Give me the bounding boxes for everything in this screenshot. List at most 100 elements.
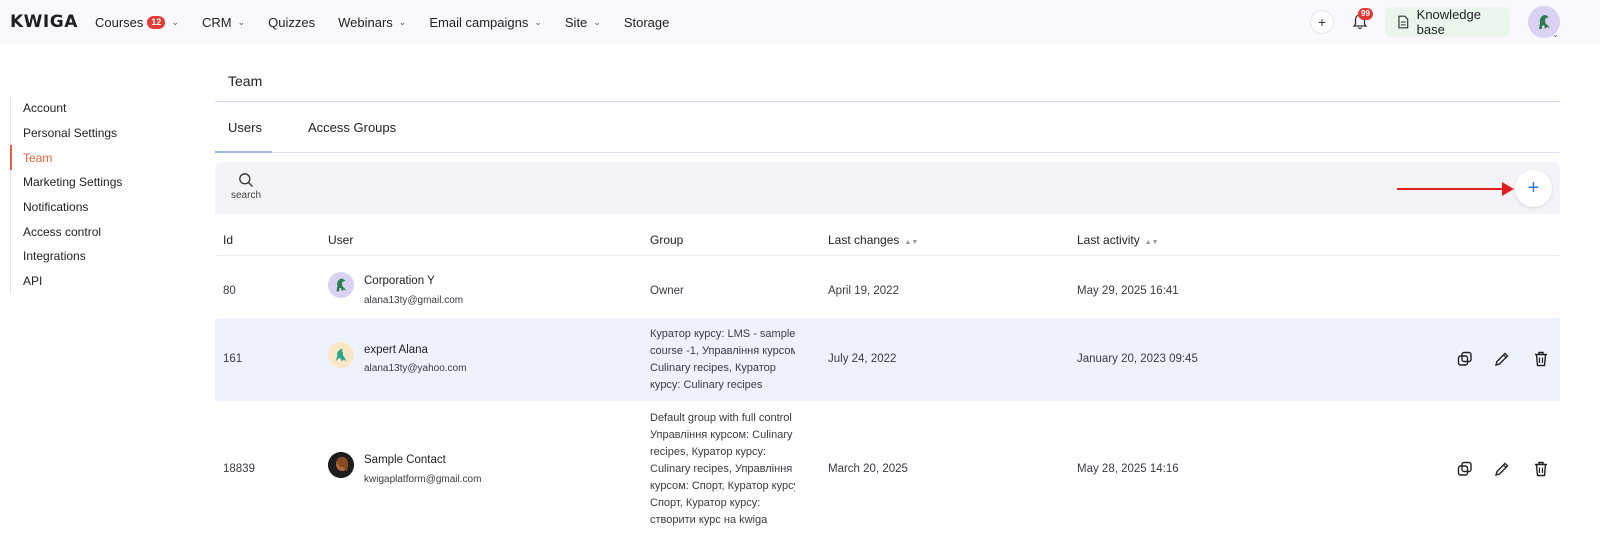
- last-activity: May 29, 2025 16:41: [1077, 285, 1179, 297]
- last-changes: March 20, 2025: [828, 463, 908, 475]
- nav-email-campaigns[interactable]: Email campaigns ⌄: [429, 15, 542, 30]
- user-email: alana13ty@gmail.com: [364, 295, 464, 306]
- group-line: Управління курсом: Culinary: [650, 429, 793, 441]
- chevron-down-icon: ⌄: [534, 16, 542, 27]
- plus-icon: +: [1317, 14, 1327, 30]
- last-changes-label: Last changes: [828, 233, 900, 247]
- nav-webinars[interactable]: Webinars ⌄: [338, 15, 406, 30]
- user-email: alana13ty@yahoo.com: [364, 363, 467, 374]
- chevron-down-icon: ⌄: [237, 16, 246, 27]
- nav-email-campaigns-label: Email campaigns: [429, 14, 529, 30]
- create-button[interactable]: +: [1311, 11, 1333, 33]
- nav-quizzes[interactable]: Quizzes: [268, 15, 315, 30]
- group-line: Default group with full control: [650, 412, 792, 424]
- column-header-user: User: [328, 233, 354, 247]
- nav-site[interactable]: Site ⌄: [565, 15, 601, 30]
- user-name[interactable]: expert Alana: [364, 344, 428, 356]
- document-icon: [1398, 15, 1409, 29]
- dinosaur-icon: [335, 348, 347, 362]
- table-row[interactable]: 18839 Sample Contact kwigaplatform@gmail…: [215, 402, 1560, 538]
- nav-courses[interactable]: Courses 12 ⌄: [95, 15, 179, 30]
- chevron-down-icon: ⌄: [593, 16, 601, 27]
- search-icon: [239, 173, 253, 187]
- chevron-down-icon: ⌄: [171, 16, 179, 27]
- sidebar-item-account[interactable]: Account: [11, 96, 122, 121]
- knowledge-base-button[interactable]: Knowledge base: [1385, 7, 1510, 37]
- sidebar-item-personal-settings[interactable]: Personal Settings: [11, 121, 122, 146]
- column-header-last-activity[interactable]: Last activity ▲▼: [1077, 233, 1159, 247]
- knowledge-base-label: Knowledge base: [1416, 7, 1481, 37]
- group-line: course -1, Управління курсом: [650, 345, 795, 357]
- add-user-button[interactable]: +: [1515, 170, 1552, 207]
- table-row[interactable]: 161 expert Alana alana13ty@yahoo.com Кур…: [215, 318, 1560, 401]
- copy-icon[interactable]: [1456, 460, 1474, 478]
- page-title: Team: [228, 73, 263, 89]
- sidebar-item-marketing-settings[interactable]: Marketing Settings: [11, 170, 122, 195]
- nav-site-label: Site: [564, 14, 588, 30]
- search-label: search: [230, 190, 261, 201]
- group-line: Спорт, Куратор курсу:: [650, 497, 761, 509]
- trash-icon[interactable]: [1532, 460, 1550, 478]
- tab-access-groups[interactable]: Access Groups: [308, 120, 396, 135]
- column-header-group: Group: [650, 233, 684, 247]
- sidebar-item-access-control[interactable]: Access control: [11, 219, 122, 244]
- annotation-arrow-head: [1502, 182, 1514, 196]
- row-id: 80: [223, 285, 236, 297]
- last-changes: July 24, 2022: [828, 353, 897, 365]
- last-activity-label: Last activity: [1077, 233, 1140, 247]
- search-button[interactable]: search: [230, 172, 262, 201]
- nav-storage-label: Storage: [623, 14, 670, 30]
- user-group: Owner: [650, 285, 684, 297]
- user-email: kwigaplatform@gmail.com: [364, 474, 482, 485]
- last-activity: May 28, 2025 14:16: [1077, 463, 1179, 475]
- sidebar-item-integrations[interactable]: Integrations: [11, 244, 122, 269]
- group-line: курсом: Спорт, Куратор курсу: [650, 480, 795, 492]
- user-group: Default group with full control Управлін…: [650, 410, 795, 529]
- sidebar-item-api[interactable]: API: [11, 269, 122, 294]
- avatar: [328, 452, 354, 478]
- person-photo-icon: [328, 452, 354, 478]
- copy-icon[interactable]: [1456, 350, 1474, 368]
- annotation-arrow: [1397, 188, 1505, 190]
- table-toolbar: search +: [215, 162, 1560, 214]
- group-line: Куратор курсу: LMS - sample: [650, 328, 795, 340]
- trash-icon[interactable]: [1532, 350, 1550, 368]
- column-header-last-changes[interactable]: Last changes ▲▼: [828, 233, 918, 247]
- chevron-down-icon[interactable]: ⌄: [1552, 30, 1559, 39]
- column-header-id: Id: [223, 233, 234, 247]
- sort-icon: ▲▼: [1144, 239, 1159, 246]
- group-line: створити курс на kwiga: [650, 514, 768, 526]
- nav-webinars-label: Webinars: [338, 14, 393, 30]
- user-group: Куратор курсу: LMS - sample course -1, У…: [650, 326, 795, 394]
- edit-icon[interactable]: [1493, 350, 1511, 368]
- table-row[interactable]: 80 Corporation Y alana13ty@gmail.com Own…: [215, 257, 1560, 317]
- row-id: 18839: [223, 463, 255, 475]
- settings-sidebar: Account Personal Settings Team Marketing…: [10, 96, 122, 294]
- active-tab-indicator: [215, 151, 272, 153]
- table-header: Id User Group Last changes ▲▼ Last activi…: [215, 226, 1560, 256]
- user-name[interactable]: Corporation Y: [364, 275, 435, 287]
- nav-storage[interactable]: Storage: [624, 15, 670, 30]
- courses-count-badge: 12: [147, 15, 166, 29]
- plus-icon: +: [1527, 177, 1540, 199]
- row-id: 161: [223, 353, 243, 365]
- nav-crm[interactable]: CRM ⌄: [202, 15, 245, 30]
- user-name[interactable]: Sample Contact: [364, 454, 446, 466]
- notifications-badge: 99: [1358, 8, 1373, 20]
- tab-users[interactable]: Users: [228, 120, 262, 135]
- top-bar: KWIGA Courses 12 ⌄ CRM ⌄ Quizzes Webinar…: [0, 0, 1600, 44]
- group-line: курсу: Culinary recipes: [650, 379, 763, 391]
- app-logo[interactable]: KWIGA: [10, 12, 78, 32]
- chevron-down-icon: ⌄: [398, 16, 407, 27]
- team-tabs: Users Access Groups: [215, 102, 1560, 153]
- sort-icon: ▲▼: [904, 239, 919, 246]
- sidebar-item-notifications[interactable]: Notifications: [11, 195, 122, 220]
- main-nav: Courses 12 ⌄ CRM ⌄ Quizzes Webinars ⌄ Em…: [95, 0, 692, 44]
- group-line: Culinary recipes, Куратор: [650, 362, 776, 374]
- last-activity: January 20, 2023 09:45: [1077, 353, 1198, 365]
- avatar: [328, 342, 354, 368]
- sidebar-item-team[interactable]: Team: [10, 145, 122, 171]
- edit-icon[interactable]: [1493, 460, 1511, 478]
- nav-quizzes-label: Quizzes: [268, 14, 316, 30]
- last-changes: April 19, 2022: [828, 285, 899, 297]
